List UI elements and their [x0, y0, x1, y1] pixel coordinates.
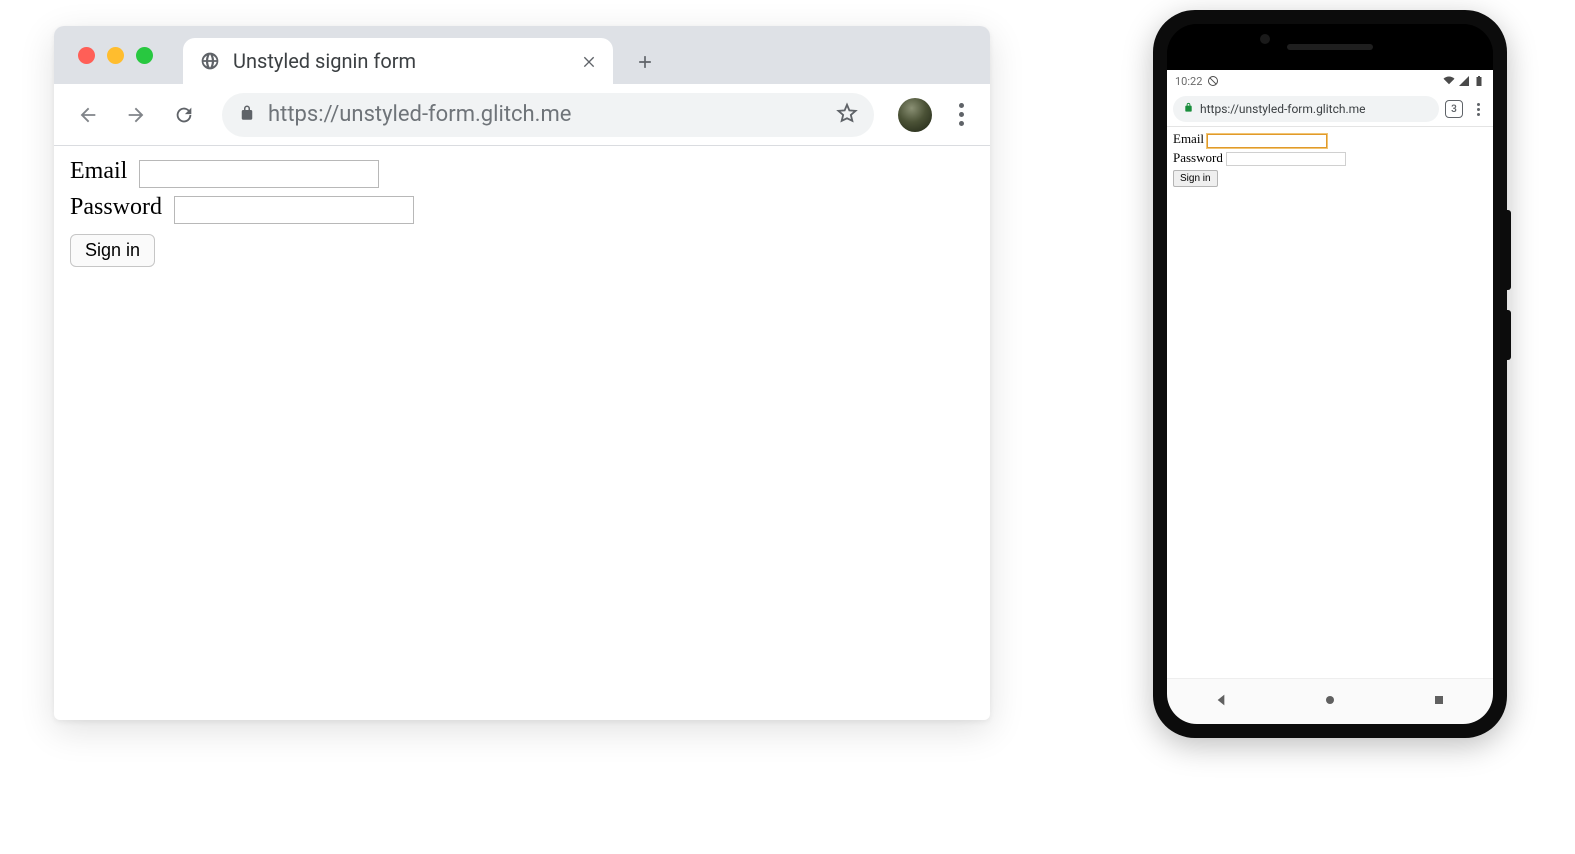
globe-icon	[199, 50, 221, 72]
phone-device-frame: 10:22	[1153, 10, 1507, 738]
mobile-menu-button[interactable]	[1469, 103, 1487, 116]
front-camera-icon	[1260, 34, 1270, 44]
window-controls	[72, 26, 183, 84]
new-tab-button[interactable]	[627, 44, 663, 80]
mobile-browser-toolbar: https://unstyled-form.glitch.me 3	[1167, 92, 1493, 126]
android-overview-button[interactable]	[1431, 692, 1447, 712]
wifi-icon	[1443, 75, 1455, 87]
phone-inner: 10:22	[1167, 24, 1493, 724]
mobile-password-input[interactable]	[1226, 152, 1346, 166]
lock-icon	[238, 104, 256, 126]
password-label: Password	[70, 194, 162, 220]
status-bar: 10:22	[1167, 70, 1493, 92]
page-body: Email Password Sign in	[54, 146, 990, 279]
profile-avatar[interactable]	[898, 98, 932, 132]
mobile-password-row: Password	[1173, 150, 1487, 167]
signin-button[interactable]: Sign in	[70, 234, 155, 267]
android-home-button[interactable]	[1322, 692, 1338, 712]
close-tab-icon[interactable]	[579, 51, 599, 71]
tab-title: Unstyled signin form	[233, 49, 567, 73]
tab-count-button[interactable]: 3	[1445, 100, 1463, 118]
mobile-page-body: Email Password Sign in	[1167, 127, 1493, 191]
phone-screen: 10:22	[1167, 70, 1493, 678]
url-text: https://unstyled-form.glitch.me	[268, 102, 824, 127]
tab-strip: Unstyled signin form	[54, 26, 990, 84]
phone-notch	[1167, 24, 1493, 70]
forward-button[interactable]	[116, 95, 156, 135]
password-input[interactable]	[174, 196, 414, 224]
password-row: Password	[70, 194, 974, 224]
address-bar[interactable]: https://unstyled-form.glitch.me	[222, 93, 874, 137]
window-minimize-button[interactable]	[107, 47, 124, 64]
window-close-button[interactable]	[78, 47, 95, 64]
mobile-email-row: Email	[1173, 131, 1487, 148]
bookmark-star-icon[interactable]	[836, 102, 858, 128]
email-input[interactable]	[139, 160, 379, 188]
battery-icon	[1473, 75, 1485, 87]
speaker-grille-icon	[1287, 44, 1373, 50]
android-nav-bar	[1167, 678, 1493, 724]
cell-signal-icon	[1458, 75, 1470, 87]
android-back-button[interactable]	[1213, 692, 1229, 712]
mobile-address-bar[interactable]: https://unstyled-form.glitch.me	[1173, 96, 1439, 122]
window-maximize-button[interactable]	[136, 47, 153, 64]
mobile-signin-button[interactable]: Sign in	[1173, 170, 1218, 187]
browser-toolbar: https://unstyled-form.glitch.me	[54, 84, 990, 146]
reload-button[interactable]	[164, 95, 204, 135]
mobile-email-input[interactable]	[1207, 134, 1327, 148]
back-button[interactable]	[68, 95, 108, 135]
lock-icon	[1183, 102, 1194, 116]
browser-menu-button[interactable]	[946, 95, 976, 135]
do-not-disturb-icon	[1207, 75, 1219, 87]
email-label: Email	[70, 158, 127, 184]
status-time: 10:22	[1175, 75, 1202, 88]
desktop-browser-window: Unstyled signin form https://unstyled-fo…	[54, 26, 990, 720]
browser-tab[interactable]: Unstyled signin form	[183, 38, 613, 84]
email-row: Email	[70, 158, 974, 188]
mobile-email-label: Email	[1173, 131, 1204, 146]
mobile-url-text: https://unstyled-form.glitch.me	[1200, 102, 1366, 116]
mobile-password-label: Password	[1173, 150, 1223, 165]
